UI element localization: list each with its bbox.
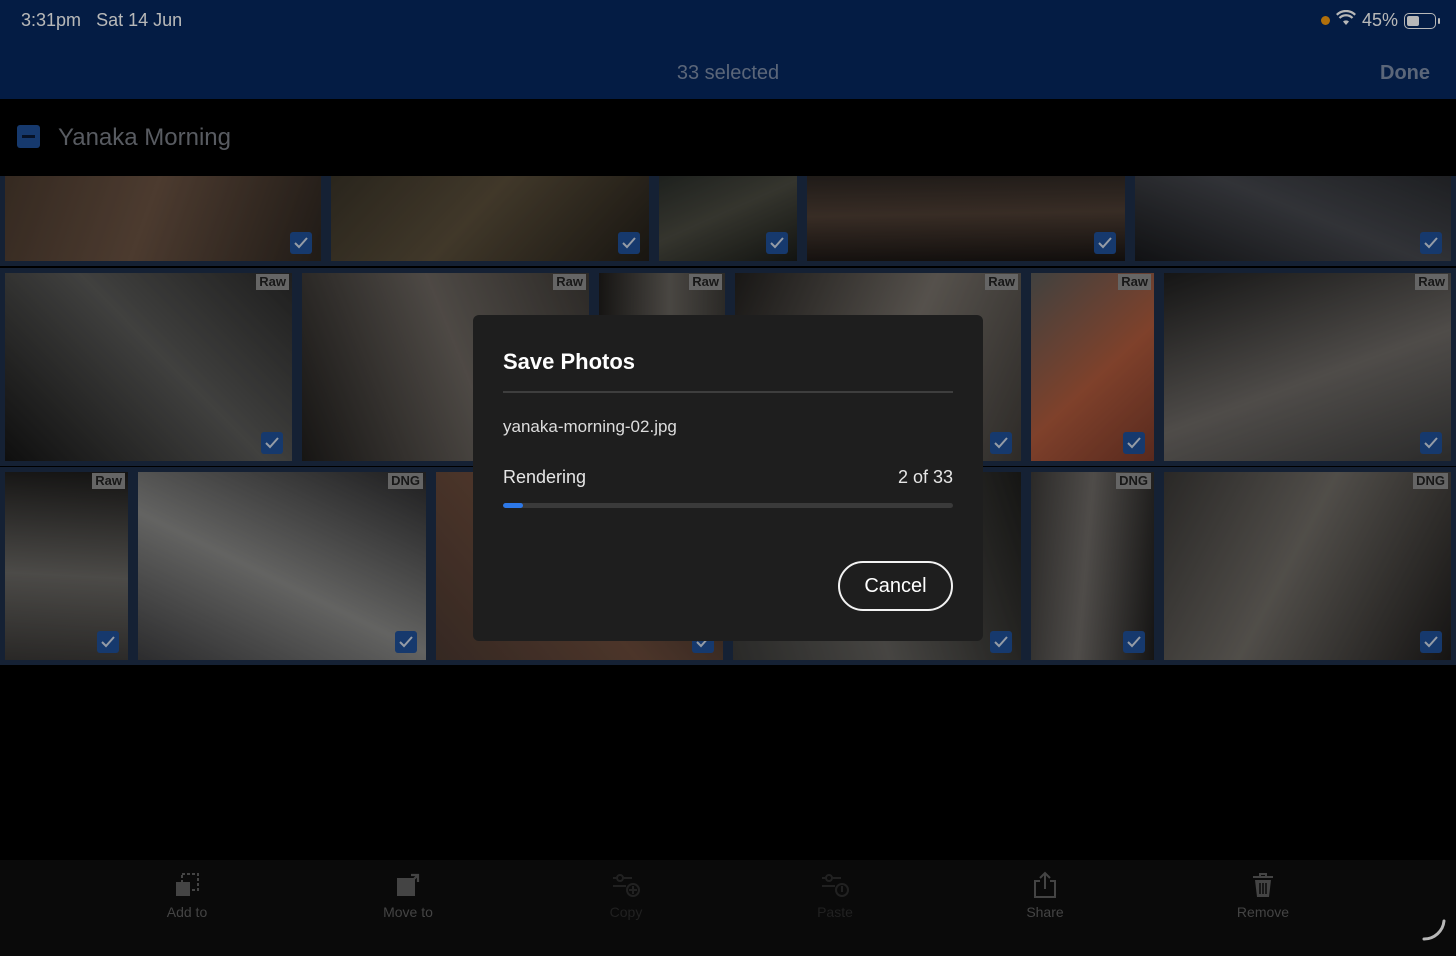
progress-bar-fill [503,503,524,508]
dialog-title: Save Photos [503,349,636,374]
progress-bar [503,503,953,508]
current-filename: yanaka-morning-02.jpg [503,417,677,436]
progress-status: Rendering [503,467,587,487]
progress-count: 2 of 33 [897,467,953,487]
save-photos-dialog: Save Photos yanaka-morning-02.jpg Render… [473,315,983,641]
cancel-button[interactable]: Cancel [838,561,953,611]
dialog-divider [503,391,953,393]
